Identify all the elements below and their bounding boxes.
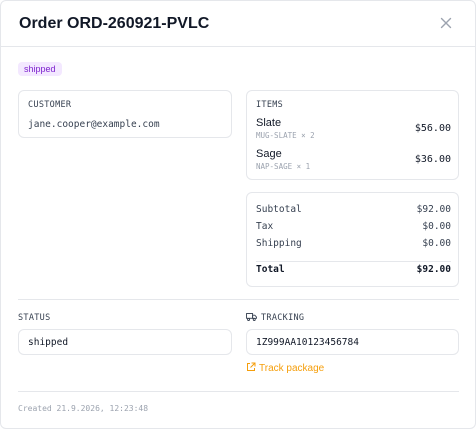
item-sku: MUG-SLATE × 2 <box>256 131 315 140</box>
shipping-label: Shipping <box>256 238 302 249</box>
close-icon[interactable] <box>437 14 455 32</box>
external-link-icon <box>247 362 256 371</box>
item-name: Sage <box>256 148 282 160</box>
tax-row: Tax $0.00 <box>256 221 451 235</box>
totals-card: Subtotal $92.00 Tax $0.00 Shipping $0.00… <box>246 192 459 287</box>
customer-card: CUSTOMER jane.cooper@example.com <box>18 90 232 138</box>
total-row: Total $92.00 <box>256 264 451 278</box>
tax-value: $0.00 <box>422 221 451 232</box>
track-package-label: Track package <box>259 363 325 374</box>
tracking-number: 1Z999AA10123456784 <box>256 337 359 348</box>
item-price: $56.00 <box>414 123 451 134</box>
list-item: Sage NAP-SAGE × 1 $36.00 <box>256 148 451 176</box>
shipping-value: $0.00 <box>422 238 451 249</box>
customer-email: jane.cooper@example.com <box>28 119 160 130</box>
status-field[interactable]: shipped <box>18 329 232 355</box>
item-price: $36.00 <box>414 154 451 165</box>
tax-label: Tax <box>256 221 274 232</box>
totals-divider <box>256 261 451 262</box>
truck-icon <box>246 313 257 321</box>
order-modal: Order ORD-260921-PVLC shipped CUSTOMER j… <box>0 0 476 429</box>
modal-header: Order ORD-260921-PVLC <box>1 1 475 47</box>
list-item: Slate MUG-SLATE × 2 $56.00 <box>256 117 451 145</box>
total-value: $92.00 <box>416 264 451 275</box>
created-timestamp: Created 21.9.2026, 12:23:48 <box>18 404 149 413</box>
item-sku: NAP-SAGE × 1 <box>256 162 311 171</box>
track-package-link[interactable]: Track package <box>246 362 324 374</box>
shipping-row: Shipping $0.00 <box>256 238 451 252</box>
modal-title: Order ORD-260921-PVLC <box>19 15 210 32</box>
subtotal-value: $92.00 <box>416 204 451 215</box>
items-label: ITEMS <box>256 100 284 110</box>
status-value: shipped <box>28 337 69 348</box>
customer-label: CUSTOMER <box>28 100 72 110</box>
subtotal-row: Subtotal $92.00 <box>256 204 451 218</box>
tracking-field[interactable]: 1Z999AA10123456784 <box>246 329 459 355</box>
status-badge: shipped <box>18 62 62 76</box>
subtotal-label: Subtotal <box>256 204 302 215</box>
section-divider <box>18 299 459 300</box>
total-label: Total <box>256 264 285 275</box>
item-name: Slate <box>256 117 282 129</box>
tracking-label: TRACKING <box>261 313 305 323</box>
footer-divider <box>18 391 459 392</box>
status-label: STATUS <box>18 313 51 323</box>
items-card: ITEMS Slate MUG-SLATE × 2 $56.00 Sage NA… <box>246 90 459 180</box>
